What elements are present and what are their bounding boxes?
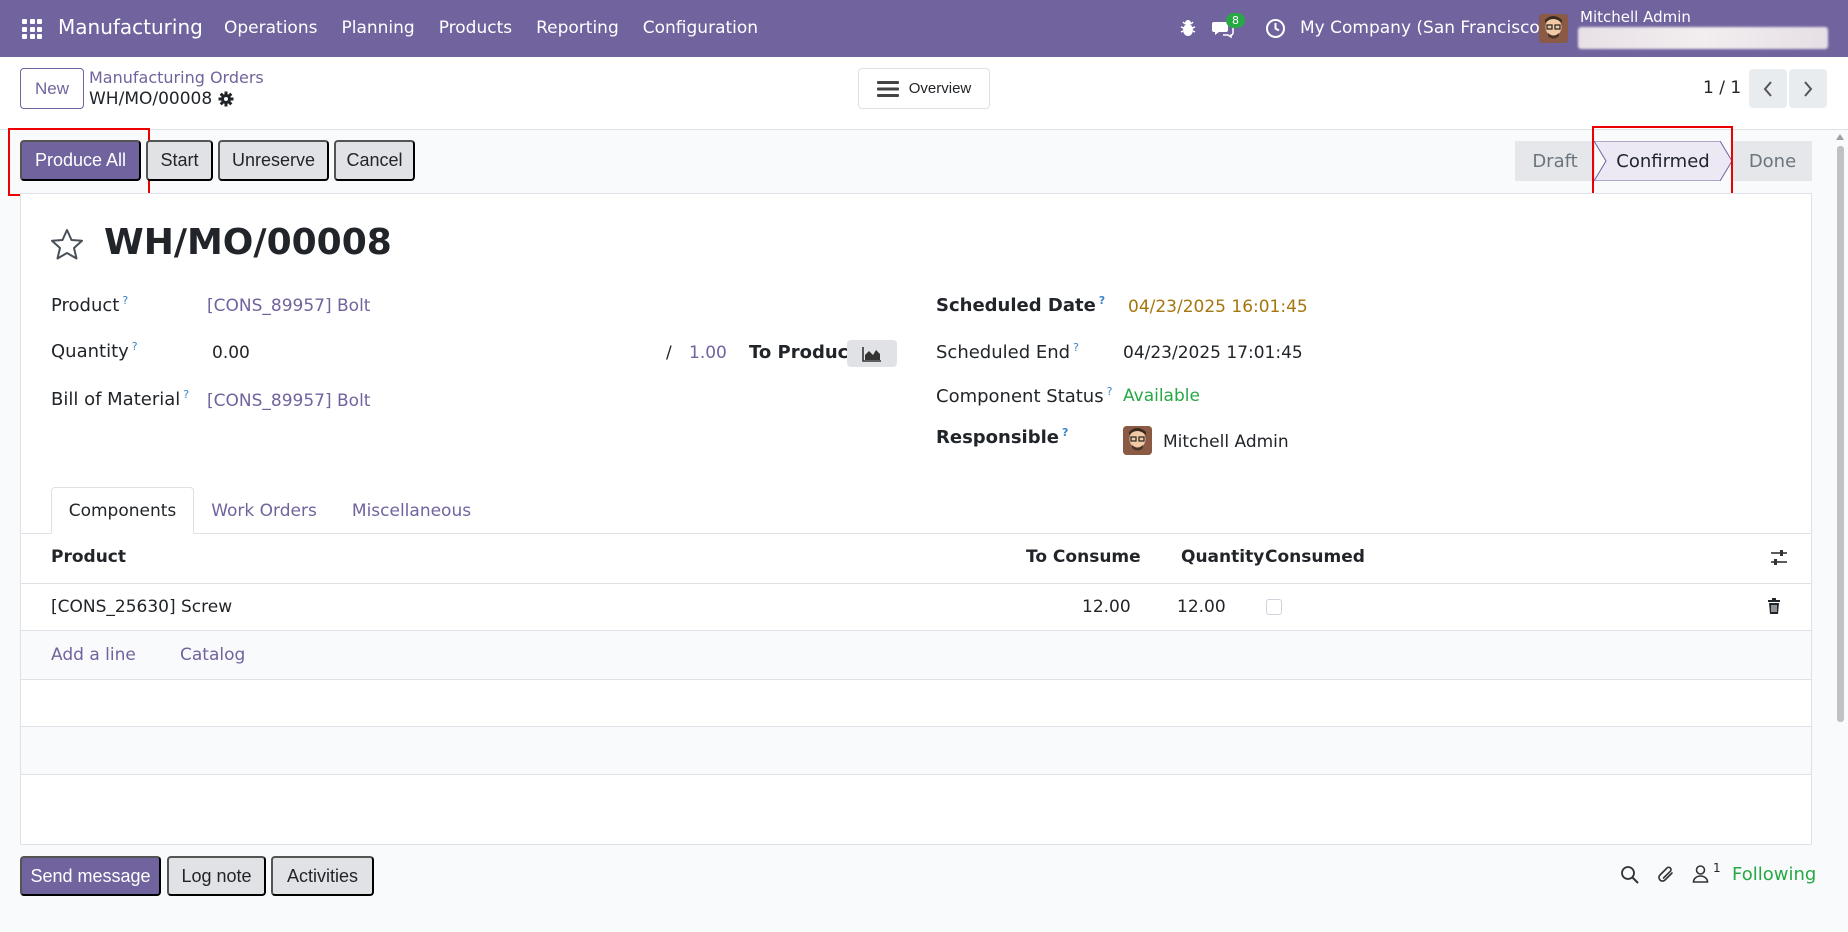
user-name[interactable]: Mitchell Admin	[1580, 8, 1691, 26]
activities-clock-icon[interactable]	[1265, 18, 1286, 39]
row-divider	[21, 726, 1811, 727]
database-name-blurred	[1578, 27, 1828, 49]
area-chart-icon	[862, 346, 881, 362]
chevron-left-icon	[1763, 80, 1772, 97]
column-header-consumed[interactable]: Consumed	[1265, 547, 1365, 567]
cancel-button[interactable]: Cancel	[334, 140, 415, 181]
star-favorite-icon[interactable]	[50, 228, 84, 260]
unreserve-button[interactable]: Unreserve	[218, 140, 329, 181]
component-status-label: Component Status?	[936, 385, 1113, 407]
row-consumed-checkbox[interactable]	[1266, 599, 1282, 615]
log-note-button[interactable]: Log note	[167, 856, 266, 896]
trash-icon[interactable]	[1767, 598, 1781, 614]
column-header-to-consume[interactable]: To Consume	[1026, 547, 1141, 567]
pager-value[interactable]: 1 / 1	[1703, 78, 1741, 98]
user-avatar[interactable]	[1539, 14, 1568, 43]
scheduled-end-field[interactable]: 04/23/2025 17:01:45	[1123, 343, 1303, 363]
optional-columns-icon[interactable]	[1770, 549, 1788, 566]
search-icon[interactable]	[1620, 865, 1639, 884]
add-line-row: Add a line Catalog	[21, 631, 1811, 679]
responsible-avatar	[1123, 426, 1152, 455]
menu-item-configuration[interactable]: Configuration	[643, 18, 758, 38]
stage-draft[interactable]: Draft	[1515, 141, 1595, 181]
overview-button[interactable]: Overview	[858, 68, 990, 109]
pager-next-button[interactable]	[1789, 69, 1827, 108]
quantity-field[interactable]: 0.00	[212, 343, 250, 363]
column-header-quantity[interactable]: Quantity	[1181, 547, 1264, 567]
control-panel: New Manufacturing Orders WH/MO/00008 Ove…	[0, 57, 1848, 130]
scheduled-date-label: Scheduled Date?	[936, 294, 1106, 316]
quantity-separator: /	[666, 343, 672, 363]
activities-button[interactable]: Activities	[271, 856, 374, 896]
responsible-field[interactable]: Mitchell Admin	[1163, 432, 1289, 452]
to-produce-label: To Produce	[749, 342, 861, 363]
breadcrumb-manufacturing-orders[interactable]: Manufacturing Orders	[89, 68, 264, 87]
messages-count-badge: 8	[1226, 13, 1245, 28]
menu-item-products[interactable]: Products	[439, 18, 512, 38]
followers-icon[interactable]	[1692, 864, 1709, 883]
empty-row	[21, 726, 1811, 774]
tab-miscellaneous[interactable]: Miscellaneous	[340, 487, 483, 534]
breadcrumb-current-label: WH/MO/00008	[89, 89, 213, 109]
scrollbar-thumb[interactable]	[1837, 146, 1844, 722]
row-product[interactable]: [CONS_25630] Screw	[51, 597, 232, 617]
scheduled-date-field[interactable]: 04/23/2025 16:01:45	[1128, 297, 1308, 317]
page-scrollbar[interactable]	[1834, 134, 1846, 932]
chevron-right-icon	[1804, 80, 1813, 97]
row-quantity[interactable]: 12.00	[1177, 597, 1226, 617]
scroll-up-icon[interactable]	[1836, 134, 1844, 140]
pager-previous-button[interactable]	[1749, 69, 1787, 108]
apps-menu-icon[interactable]	[22, 19, 42, 39]
add-a-line-link[interactable]: Add a line	[51, 645, 136, 665]
company-switcher[interactable]: My Company (San Francisco)	[1300, 18, 1546, 38]
responsible-label: Responsible?	[936, 426, 1069, 448]
menu-item-reporting[interactable]: Reporting	[536, 18, 619, 38]
stage-done[interactable]: Done	[1733, 141, 1812, 181]
tab-components[interactable]: Components	[51, 487, 194, 534]
table-header-divider	[21, 583, 1811, 584]
column-header-product[interactable]: Product	[51, 547, 126, 567]
gear-icon[interactable]	[218, 91, 234, 107]
new-button[interactable]: New	[20, 68, 84, 109]
highlight-confirmed-stage	[1592, 126, 1733, 200]
top-navbar: Manufacturing Operations Planning Produc…	[0, 0, 1848, 57]
bom-field[interactable]: [CONS_89957] Bolt	[207, 391, 370, 411]
quantity-target[interactable]: 1.00	[689, 343, 727, 363]
following-button[interactable]: Following	[1732, 864, 1816, 885]
menu-item-planning[interactable]: Planning	[341, 18, 414, 38]
bom-label: Bill of Material?	[51, 388, 190, 410]
paperclip-icon[interactable]	[1657, 864, 1676, 885]
debug-bug-icon[interactable]	[1180, 19, 1196, 37]
catalog-link[interactable]: Catalog	[180, 645, 245, 665]
hamburger-icon	[876, 80, 899, 97]
send-message-button[interactable]: Send message	[20, 856, 161, 896]
breadcrumb-current: WH/MO/00008	[89, 89, 234, 109]
start-button[interactable]: Start	[146, 140, 213, 181]
highlight-produce-all	[8, 128, 150, 196]
app-name[interactable]: Manufacturing	[58, 15, 203, 39]
main-menu: Operations Planning Products Reporting C…	[224, 18, 782, 38]
quantity-label: Quantity?	[51, 340, 138, 362]
record-title: WH/MO/00008	[104, 222, 392, 263]
forecast-chart-button[interactable]	[847, 340, 897, 367]
row-divider	[21, 679, 1811, 680]
scheduled-end-label: Scheduled End?	[936, 341, 1079, 363]
row-divider	[21, 774, 1811, 775]
followers-count: 1	[1713, 861, 1721, 875]
product-field[interactable]: [CONS_89957] Bolt	[207, 296, 370, 316]
product-label: Product?	[51, 294, 129, 316]
tab-work-orders[interactable]: Work Orders	[198, 487, 330, 534]
component-status-field: Available	[1123, 386, 1200, 406]
row-to-consume: 12.00	[1082, 597, 1131, 617]
menu-item-operations[interactable]: Operations	[224, 18, 317, 38]
overview-label: Overview	[908, 80, 972, 97]
